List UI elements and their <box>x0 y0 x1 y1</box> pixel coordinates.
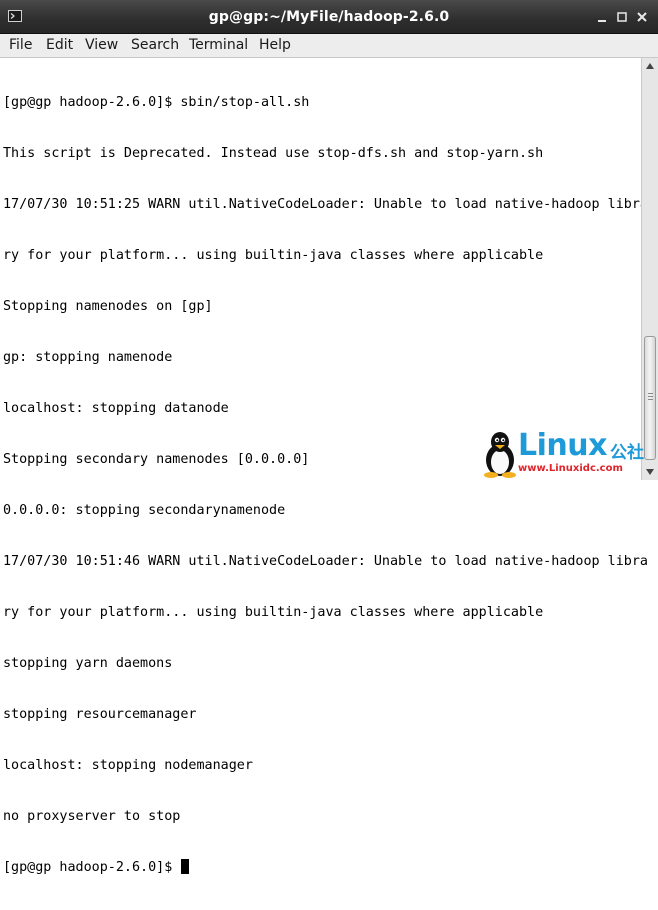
terminal-line: 0.0.0.0: stopping secondarynamenode <box>3 503 286 518</box>
terminal-output-area[interactable]: [gp@gp hadoop-2.6.0]$ sbin/stop-all.sh T… <box>0 58 648 875</box>
window-title: gp@gp:~/MyFile/hadoop-2.6.0 <box>208 9 450 25</box>
menu-view[interactable]: View <box>85 37 118 53</box>
minimize-icon[interactable] <box>596 11 608 23</box>
menu-edit[interactable]: Edit <box>46 37 73 53</box>
watermark-brand: Linux <box>518 428 607 463</box>
terminal-line: 17/07/30 10:51:46 WARN util.NativeCodeLo… <box>3 554 648 569</box>
terminal-line: This script is Deprecated. Instead use s… <box>3 146 544 161</box>
watermark-brand-cn: 公社 <box>610 443 644 463</box>
maximize-icon[interactable] <box>616 11 628 23</box>
terminal-line: localhost: stopping nodemanager <box>3 758 253 773</box>
grip-line <box>648 393 653 394</box>
close-icon[interactable] <box>636 11 648 23</box>
terminal-text: [gp@gp hadoop-2.6.0]$ sbin/stop-all.sh T… <box>3 60 648 910</box>
terminal-prompt: [gp@gp hadoop-2.6.0]$ <box>3 860 181 875</box>
terminal-line: Stopping namenodes on [gp] <box>3 299 213 314</box>
menu-terminal[interactable]: Terminal <box>189 37 248 53</box>
watermark-url: www.Linuxidc.com <box>518 463 623 474</box>
window-titlebar[interactable]: gp@gp:~/MyFile/hadoop-2.6.0 <box>0 0 658 34</box>
watermark: Linux 公社 www.Linuxidc.com <box>480 428 658 480</box>
terminal-line: [gp@gp hadoop-2.6.0]$ sbin/stop-all.sh <box>3 95 310 110</box>
grip-line <box>648 396 653 397</box>
terminal-line: localhost: stopping datanode <box>3 401 229 416</box>
terminal-line: gp: stopping namenode <box>3 350 173 365</box>
menu-file[interactable]: File <box>9 37 32 53</box>
terminal-line: 17/07/30 10:51:25 WARN util.NativeCodeLo… <box>3 197 648 212</box>
menubar: File Edit View Search Terminal Help <box>0 34 658 58</box>
terminal-line: no proxyserver to stop <box>3 809 181 824</box>
penguin-logo-icon <box>484 432 516 478</box>
menu-help[interactable]: Help <box>259 37 291 53</box>
grip-line <box>648 399 653 400</box>
terminal-line: stopping resourcemanager <box>3 707 197 722</box>
terminal-line: stopping yarn daemons <box>3 656 173 671</box>
vertical-scrollbar[interactable] <box>641 58 658 480</box>
scroll-up-arrow-icon[interactable] <box>645 62 655 70</box>
terminal-prompt-line[interactable]: [gp@gp hadoop-2.6.0]$ <box>3 859 648 876</box>
terminal-line: ry for your platform... using builtin-ja… <box>3 248 544 263</box>
text-cursor <box>181 859 190 874</box>
menu-search[interactable]: Search <box>131 37 179 53</box>
terminal-line: ry for your platform... using builtin-ja… <box>3 605 544 620</box>
